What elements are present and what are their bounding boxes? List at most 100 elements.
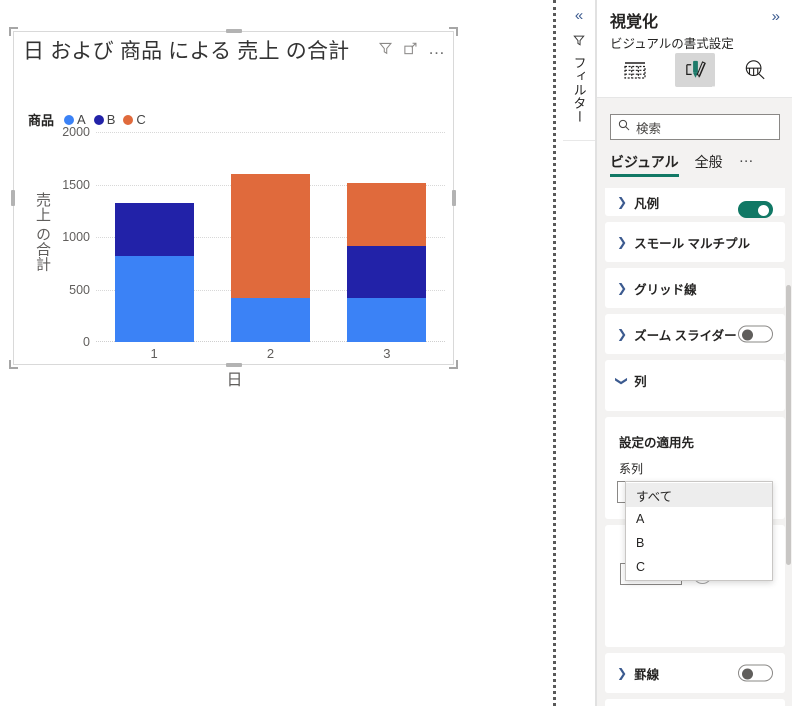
- bar-column[interactable]: [329, 132, 445, 342]
- bar-series-container: [96, 132, 445, 342]
- search-input[interactable]: 検索: [610, 114, 780, 140]
- section-small-multiples[interactable]: ❯ スモール マルチプル: [605, 222, 785, 262]
- legend-item-b[interactable]: B: [93, 112, 115, 127]
- filters-pane-label: フィルター: [571, 56, 587, 124]
- x-tick-label: 1: [150, 346, 158, 361]
- collapse-pane-icon[interactable]: »: [772, 9, 780, 24]
- resize-handle-bottom-left[interactable]: [9, 360, 18, 369]
- legend-swatch-a: [64, 114, 75, 125]
- section-border-label: 罫線: [634, 667, 660, 682]
- series-field-label: 系列: [619, 462, 644, 476]
- visualizations-pane: 視覚化 » ビジュアルの書式設定 検索 ビジュアル 全般 … ❯ 凡例 ❯ スモ…: [596, 0, 792, 706]
- focus-mode-icon[interactable]: [403, 41, 418, 56]
- filter-funnel-icon[interactable]: [378, 41, 393, 56]
- section-legend-label: 凡例: [634, 196, 660, 211]
- chevron-right-icon: ❯: [617, 195, 628, 209]
- pane-scrollbar[interactable]: [786, 285, 791, 565]
- resize-handle-right[interactable]: [452, 190, 456, 206]
- dropdown-option[interactable]: C: [626, 555, 772, 579]
- stacked-column-chart-visual[interactable]: 日 および 商品 による 売上 の合計 … 商品 A B C 売上 の合計 0 …: [9, 27, 458, 389]
- visual-title: 日 および 商品 による 売上 の合計: [23, 40, 350, 63]
- pane-mode-icons: [605, 53, 785, 87]
- bar-segment-c[interactable]: [347, 183, 427, 247]
- resize-handle-left[interactable]: [11, 190, 15, 206]
- bar-stack: [347, 183, 427, 342]
- section-legend-toggle[interactable]: [738, 201, 773, 218]
- format-visual-icon[interactable]: [675, 53, 715, 87]
- section-gridlines[interactable]: ❯ グリッド線: [605, 268, 785, 308]
- build-visual-icon[interactable]: [615, 53, 655, 87]
- section-border-toggle[interactable]: [738, 664, 773, 682]
- tabs-more-icon[interactable]: …: [739, 150, 755, 165]
- filter-funnel-icon[interactable]: [573, 34, 586, 52]
- resize-handle-top-left[interactable]: [9, 27, 18, 36]
- pane-title: 視覚化: [610, 14, 659, 31]
- active-mode-caret: [704, 86, 722, 95]
- series-dropdown-list[interactable]: すべて A B C: [625, 481, 773, 581]
- x-tick-label: 2: [266, 346, 275, 361]
- chevron-right-icon: ❯: [617, 235, 628, 249]
- section-small-multiples-label: スモール マルチプル: [634, 236, 751, 251]
- section-columns-header[interactable]: ❯ 列: [615, 371, 773, 390]
- dropdown-option[interactable]: A: [626, 507, 772, 531]
- search-icon: [618, 118, 630, 136]
- bar-segment-b[interactable]: [114, 203, 194, 256]
- pane-subtitle: ビジュアルの書式設定: [610, 37, 734, 51]
- legend-item-c[interactable]: C: [123, 112, 146, 127]
- section-legend[interactable]: ❯ 凡例: [605, 188, 785, 218]
- x-axis-title: 日: [226, 372, 243, 389]
- resize-handle-bottom-right[interactable]: [449, 360, 458, 369]
- section-zoom-slider-toggle[interactable]: [738, 325, 773, 343]
- pane-tabs: ビジュアル 全般 …: [610, 150, 782, 180]
- section-border[interactable]: ❯ 罫線: [605, 653, 785, 693]
- dropdown-option[interactable]: B: [626, 531, 772, 555]
- rail-divider: [563, 140, 595, 141]
- visual-header: 日 および 商品 による 売上 の合計 …: [14, 32, 453, 66]
- y-axis-ticks: 0 500 1000 1500 2000: [52, 125, 94, 349]
- bar-segment-c[interactable]: [230, 173, 311, 299]
- expand-filters-icon[interactable]: «: [575, 8, 583, 23]
- plot-wrapper: 売上 の合計 0 500 1000 1500 2000 1 2 3 日: [14, 125, 455, 389]
- resize-handle-bottom[interactable]: [225, 363, 242, 367]
- toggle-knob: [742, 668, 753, 680]
- section-zoom-slider[interactable]: ❯ ズーム スライダー: [605, 314, 785, 354]
- analytics-icon[interactable]: [735, 53, 775, 87]
- resize-handle-top-right[interactable]: [449, 27, 458, 36]
- dropdown-option[interactable]: すべて: [626, 483, 772, 507]
- y-tick-label: 1500: [62, 177, 90, 192]
- bar-segment-a[interactable]: [230, 298, 311, 342]
- bar-column[interactable]: [212, 132, 328, 342]
- legend-label-c: C: [136, 112, 146, 127]
- legend-title: 商品: [28, 113, 55, 128]
- x-tick-label: 3: [383, 346, 391, 361]
- section-layout[interactable]: ❯ レイアウト: [605, 699, 785, 706]
- chevron-right-icon: ❯: [617, 327, 628, 341]
- y-tick-label: 0: [83, 335, 90, 349]
- legend-swatch-b: [93, 114, 104, 125]
- power-bi-report-window: 日 および 商品 による 売上 の合計 … 商品 A B C 売上 の合計 0 …: [0, 0, 792, 706]
- tab-visual[interactable]: ビジュアル: [610, 152, 679, 177]
- section-columns[interactable]: ❯ 列: [605, 360, 785, 411]
- y-tick-label: 1000: [62, 230, 90, 244]
- toggle-knob: [758, 205, 769, 216]
- bar-stack: [230, 173, 311, 342]
- report-canvas[interactable]: 日 および 商品 による 売上 の合計 … 商品 A B C 売上 の合計 0 …: [0, 0, 548, 706]
- canvas-pane-divider: [553, 0, 556, 706]
- format-sections-list[interactable]: ❯ 凡例 ❯ スモール マルチプル ❯ グリッド線 ❯ ズーム スライダー ❯ …: [597, 188, 792, 706]
- bar-segment-a[interactable]: [347, 297, 427, 342]
- x-axis-ticks: 1 2 3: [96, 346, 445, 361]
- plot-area: [96, 132, 445, 342]
- legend-swatch-c: [123, 114, 134, 125]
- y-tick-label: 2000: [62, 125, 90, 139]
- resize-handle-top[interactable]: [225, 29, 242, 33]
- apply-settings-to-label: 設定の適用先: [619, 436, 695, 450]
- bar-stack: [114, 203, 194, 342]
- bar-column[interactable]: [96, 132, 212, 342]
- y-axis-title: 売上 の合計: [34, 192, 51, 272]
- bar-segment-b[interactable]: [347, 246, 427, 298]
- more-options-icon[interactable]: …: [428, 40, 446, 57]
- bar-segment-a[interactable]: [114, 255, 194, 342]
- y-tick-label: 500: [69, 282, 90, 297]
- filters-pane-collapsed[interactable]: « フィルター: [563, 0, 596, 706]
- tab-general[interactable]: 全般: [695, 152, 723, 177]
